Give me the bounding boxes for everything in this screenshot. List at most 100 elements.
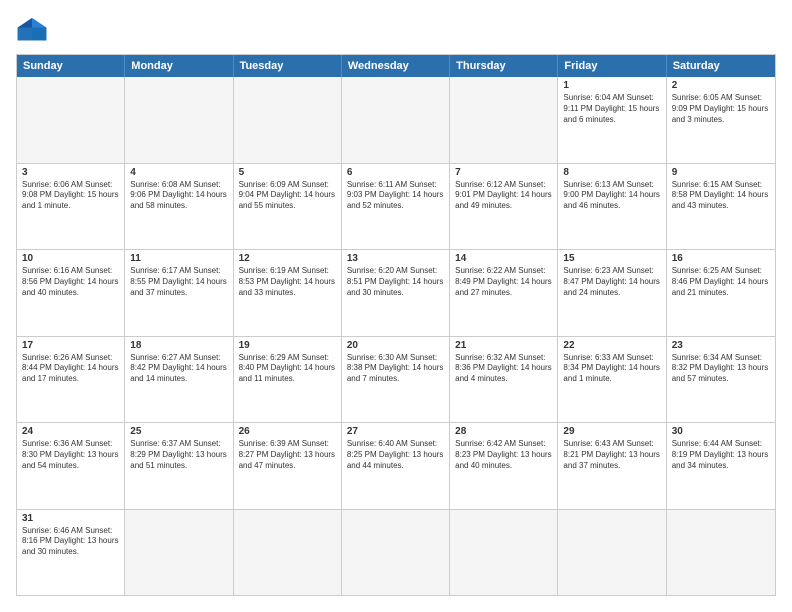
- day-number: 31: [22, 513, 119, 524]
- day-number: 19: [239, 340, 336, 351]
- day-number: 24: [22, 426, 119, 437]
- cal-cell-0-0: [17, 77, 125, 163]
- day-number: 30: [672, 426, 770, 437]
- cal-cell-5-5: [558, 510, 666, 596]
- day-info: Sunrise: 6:08 AM Sunset: 9:06 PM Dayligh…: [130, 180, 227, 212]
- cal-cell-2-4: 14 Sunrise: 6:22 AM Sunset: 8:49 PM Dayli…: [450, 250, 558, 336]
- calendar: SundayMondayTuesdayWednesdayThursdayFrid…: [16, 54, 776, 596]
- cal-cell-1-4: 7Sunrise: 6:12 AM Sunset: 9:01 PM Daylig…: [450, 164, 558, 250]
- generalblue-logo-icon: [16, 16, 48, 44]
- cal-cell-5-1: [125, 510, 233, 596]
- logo: [16, 16, 52, 44]
- day-info: Sunrise: 6:12 AM Sunset: 9:01 PM Dayligh…: [455, 180, 552, 212]
- cal-week-5: 31Sunrise: 6:46 AM Sunset: 8:16 PM Dayli…: [17, 509, 775, 596]
- cal-cell-0-5: 1 Sunrise: 6:04 AM Sunset: 9:11 PM Daylig…: [558, 77, 666, 163]
- day-number: 15: [563, 253, 660, 264]
- cal-cell-5-6: [667, 510, 775, 596]
- day-number: 17: [22, 340, 119, 351]
- cal-cell-1-1: 4 Sunrise: 6:08 AM Sunset: 9:06 PM Daylig…: [125, 164, 233, 250]
- cal-cell-0-1: [125, 77, 233, 163]
- cal-cell-2-5: 15 Sunrise: 6:23 AM Sunset: 8:47 PM Dayli…: [558, 250, 666, 336]
- day-info: Sunrise: 6:04 AM Sunset: 9:11 PM Dayligh…: [563, 93, 660, 125]
- day-number: 18: [130, 340, 227, 351]
- day-info: Sunrise: 6:16 AM Sunset: 8:56 PM Dayligh…: [22, 266, 119, 298]
- day-info: Sunrise: 6:15 AM Sunset: 8:58 PM Dayligh…: [672, 180, 770, 212]
- cal-header-wednesday: Wednesday: [342, 55, 450, 77]
- cal-cell-3-6: 23 Sunrise: 6:34 AM Sunset: 8:32 PM Dayli…: [667, 337, 775, 423]
- day-info: Sunrise: 6:39 AM Sunset: 8:27 PM Dayligh…: [239, 439, 336, 471]
- day-number: 29: [563, 426, 660, 437]
- cal-cell-5-2: [234, 510, 342, 596]
- cal-cell-5-0: 31Sunrise: 6:46 AM Sunset: 8:16 PM Dayli…: [17, 510, 125, 596]
- cal-cell-3-5: 22Sunrise: 6:33 AM Sunset: 8:34 PM Dayli…: [558, 337, 666, 423]
- cal-cell-2-0: 10 Sunrise: 6:16 AM Sunset: 8:56 PM Dayli…: [17, 250, 125, 336]
- page: SundayMondayTuesdayWednesdayThursdayFrid…: [0, 0, 792, 612]
- cal-cell-1-0: 3 Sunrise: 6:06 AM Sunset: 9:08 PM Daylig…: [17, 164, 125, 250]
- header: [16, 16, 776, 44]
- day-info: Sunrise: 6:34 AM Sunset: 8:32 PM Dayligh…: [672, 353, 770, 385]
- day-number: 11: [130, 253, 227, 264]
- day-number: 1: [563, 80, 660, 91]
- day-info: Sunrise: 6:20 AM Sunset: 8:51 PM Dayligh…: [347, 266, 444, 298]
- day-number: 2: [672, 80, 770, 91]
- cal-cell-0-4: [450, 77, 558, 163]
- cal-cell-2-1: 11 Sunrise: 6:17 AM Sunset: 8:55 PM Dayli…: [125, 250, 233, 336]
- day-number: 16: [672, 253, 770, 264]
- calendar-body: 1 Sunrise: 6:04 AM Sunset: 9:11 PM Daylig…: [17, 77, 775, 595]
- day-number: 12: [239, 253, 336, 264]
- day-info: Sunrise: 6:23 AM Sunset: 8:47 PM Dayligh…: [563, 266, 660, 298]
- cal-cell-0-6: 2Sunrise: 6:05 AM Sunset: 9:09 PM Daylig…: [667, 77, 775, 163]
- cal-cell-5-4: [450, 510, 558, 596]
- cal-header-thursday: Thursday: [450, 55, 558, 77]
- day-number: 10: [22, 253, 119, 264]
- day-number: 5: [239, 167, 336, 178]
- day-info: Sunrise: 6:30 AM Sunset: 8:38 PM Dayligh…: [347, 353, 444, 385]
- cal-cell-1-3: 6Sunrise: 6:11 AM Sunset: 9:03 PM Daylig…: [342, 164, 450, 250]
- cal-cell-2-3: 13Sunrise: 6:20 AM Sunset: 8:51 PM Dayli…: [342, 250, 450, 336]
- day-info: Sunrise: 6:13 AM Sunset: 9:00 PM Dayligh…: [563, 180, 660, 212]
- day-info: Sunrise: 6:19 AM Sunset: 8:53 PM Dayligh…: [239, 266, 336, 298]
- day-info: Sunrise: 6:09 AM Sunset: 9:04 PM Dayligh…: [239, 180, 336, 212]
- day-number: 3: [22, 167, 119, 178]
- day-number: 27: [347, 426, 444, 437]
- cal-cell-4-4: 28 Sunrise: 6:42 AM Sunset: 8:23 PM Dayli…: [450, 423, 558, 509]
- cal-header-saturday: Saturday: [667, 55, 775, 77]
- cal-cell-3-4: 21 Sunrise: 6:32 AM Sunset: 8:36 PM Dayli…: [450, 337, 558, 423]
- day-number: 28: [455, 426, 552, 437]
- cal-header-tuesday: Tuesday: [234, 55, 342, 77]
- day-info: Sunrise: 6:29 AM Sunset: 8:40 PM Dayligh…: [239, 353, 336, 385]
- day-info: Sunrise: 6:42 AM Sunset: 8:23 PM Dayligh…: [455, 439, 552, 471]
- cal-cell-1-2: 5 Sunrise: 6:09 AM Sunset: 9:04 PM Daylig…: [234, 164, 342, 250]
- day-number: 4: [130, 167, 227, 178]
- day-info: Sunrise: 6:37 AM Sunset: 8:29 PM Dayligh…: [130, 439, 227, 471]
- cal-header-sunday: Sunday: [17, 55, 125, 77]
- cal-cell-2-6: 16Sunrise: 6:25 AM Sunset: 8:46 PM Dayli…: [667, 250, 775, 336]
- cal-cell-0-2: [234, 77, 342, 163]
- day-info: Sunrise: 6:33 AM Sunset: 8:34 PM Dayligh…: [563, 353, 660, 385]
- day-info: Sunrise: 6:36 AM Sunset: 8:30 PM Dayligh…: [22, 439, 119, 471]
- cal-week-2: 10 Sunrise: 6:16 AM Sunset: 8:56 PM Dayli…: [17, 249, 775, 336]
- cal-cell-1-6: 9Sunrise: 6:15 AM Sunset: 8:58 PM Daylig…: [667, 164, 775, 250]
- day-info: Sunrise: 6:40 AM Sunset: 8:25 PM Dayligh…: [347, 439, 444, 471]
- cal-header-monday: Monday: [125, 55, 233, 77]
- day-number: 14: [455, 253, 552, 264]
- cal-cell-5-3: [342, 510, 450, 596]
- cal-cell-3-0: 17 Sunrise: 6:26 AM Sunset: 8:44 PM Dayli…: [17, 337, 125, 423]
- cal-cell-4-0: 24 Sunrise: 6:36 AM Sunset: 8:30 PM Dayli…: [17, 423, 125, 509]
- day-info: Sunrise: 6:17 AM Sunset: 8:55 PM Dayligh…: [130, 266, 227, 298]
- day-info: Sunrise: 6:22 AM Sunset: 8:49 PM Dayligh…: [455, 266, 552, 298]
- day-info: Sunrise: 6:43 AM Sunset: 8:21 PM Dayligh…: [563, 439, 660, 471]
- cal-cell-2-2: 12 Sunrise: 6:19 AM Sunset: 8:53 PM Dayli…: [234, 250, 342, 336]
- day-number: 23: [672, 340, 770, 351]
- calendar-header: SundayMondayTuesdayWednesdayThursdayFrid…: [17, 55, 775, 77]
- day-info: Sunrise: 6:32 AM Sunset: 8:36 PM Dayligh…: [455, 353, 552, 385]
- cal-header-friday: Friday: [558, 55, 666, 77]
- day-number: 26: [239, 426, 336, 437]
- day-info: Sunrise: 6:06 AM Sunset: 9:08 PM Dayligh…: [22, 180, 119, 212]
- day-info: Sunrise: 6:26 AM Sunset: 8:44 PM Dayligh…: [22, 353, 119, 385]
- day-number: 21: [455, 340, 552, 351]
- day-info: Sunrise: 6:11 AM Sunset: 9:03 PM Dayligh…: [347, 180, 444, 212]
- day-number: 8: [563, 167, 660, 178]
- cal-cell-0-3: [342, 77, 450, 163]
- cal-cell-3-1: 18Sunrise: 6:27 AM Sunset: 8:42 PM Dayli…: [125, 337, 233, 423]
